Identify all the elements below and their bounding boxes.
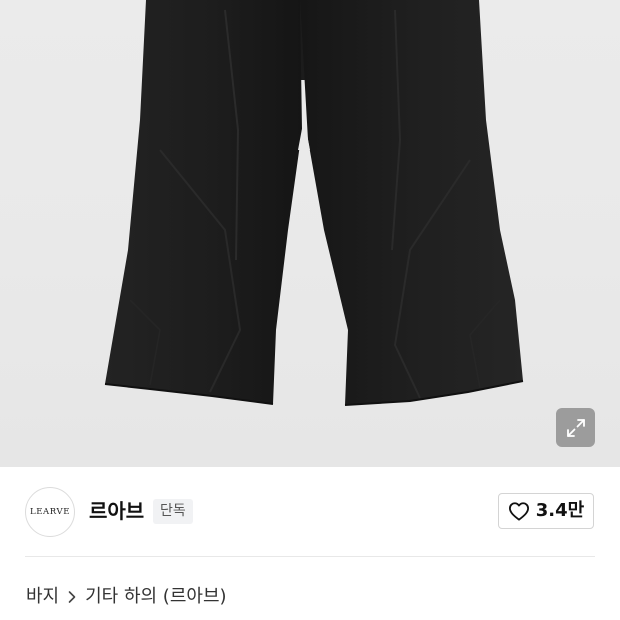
product-page: LEARVE 르아브 단독 3.4만 바지 기타 하의 (르아브) [0,0,620,620]
like-button[interactable]: 3.4만 [498,493,594,529]
divider [25,556,595,557]
like-count: 3.4만 [535,500,585,521]
expand-image-button[interactable] [556,408,595,447]
breadcrumb-item-pants[interactable]: 바지 [26,582,59,612]
brand-logo-text: LEARVE [29,507,71,517]
brand-row: LEARVE 르아브 단독 3.4만 [0,467,620,557]
breadcrumb: 바지 기타 하의 (르아브) [26,582,227,612]
expand-arrows-icon [566,418,585,437]
exclusive-badge: 단독 [153,499,193,524]
brand-logo[interactable]: LEARVE [25,487,75,537]
brand-name[interactable]: 르아브 [89,496,144,526]
breadcrumb-item-other-bottoms[interactable]: 기타 하의 (르아브) [85,582,226,612]
product-image[interactable] [0,0,620,467]
chevron-right-icon [67,590,77,604]
heart-outline-icon [508,502,529,521]
product-image-area[interactable] [0,0,620,467]
